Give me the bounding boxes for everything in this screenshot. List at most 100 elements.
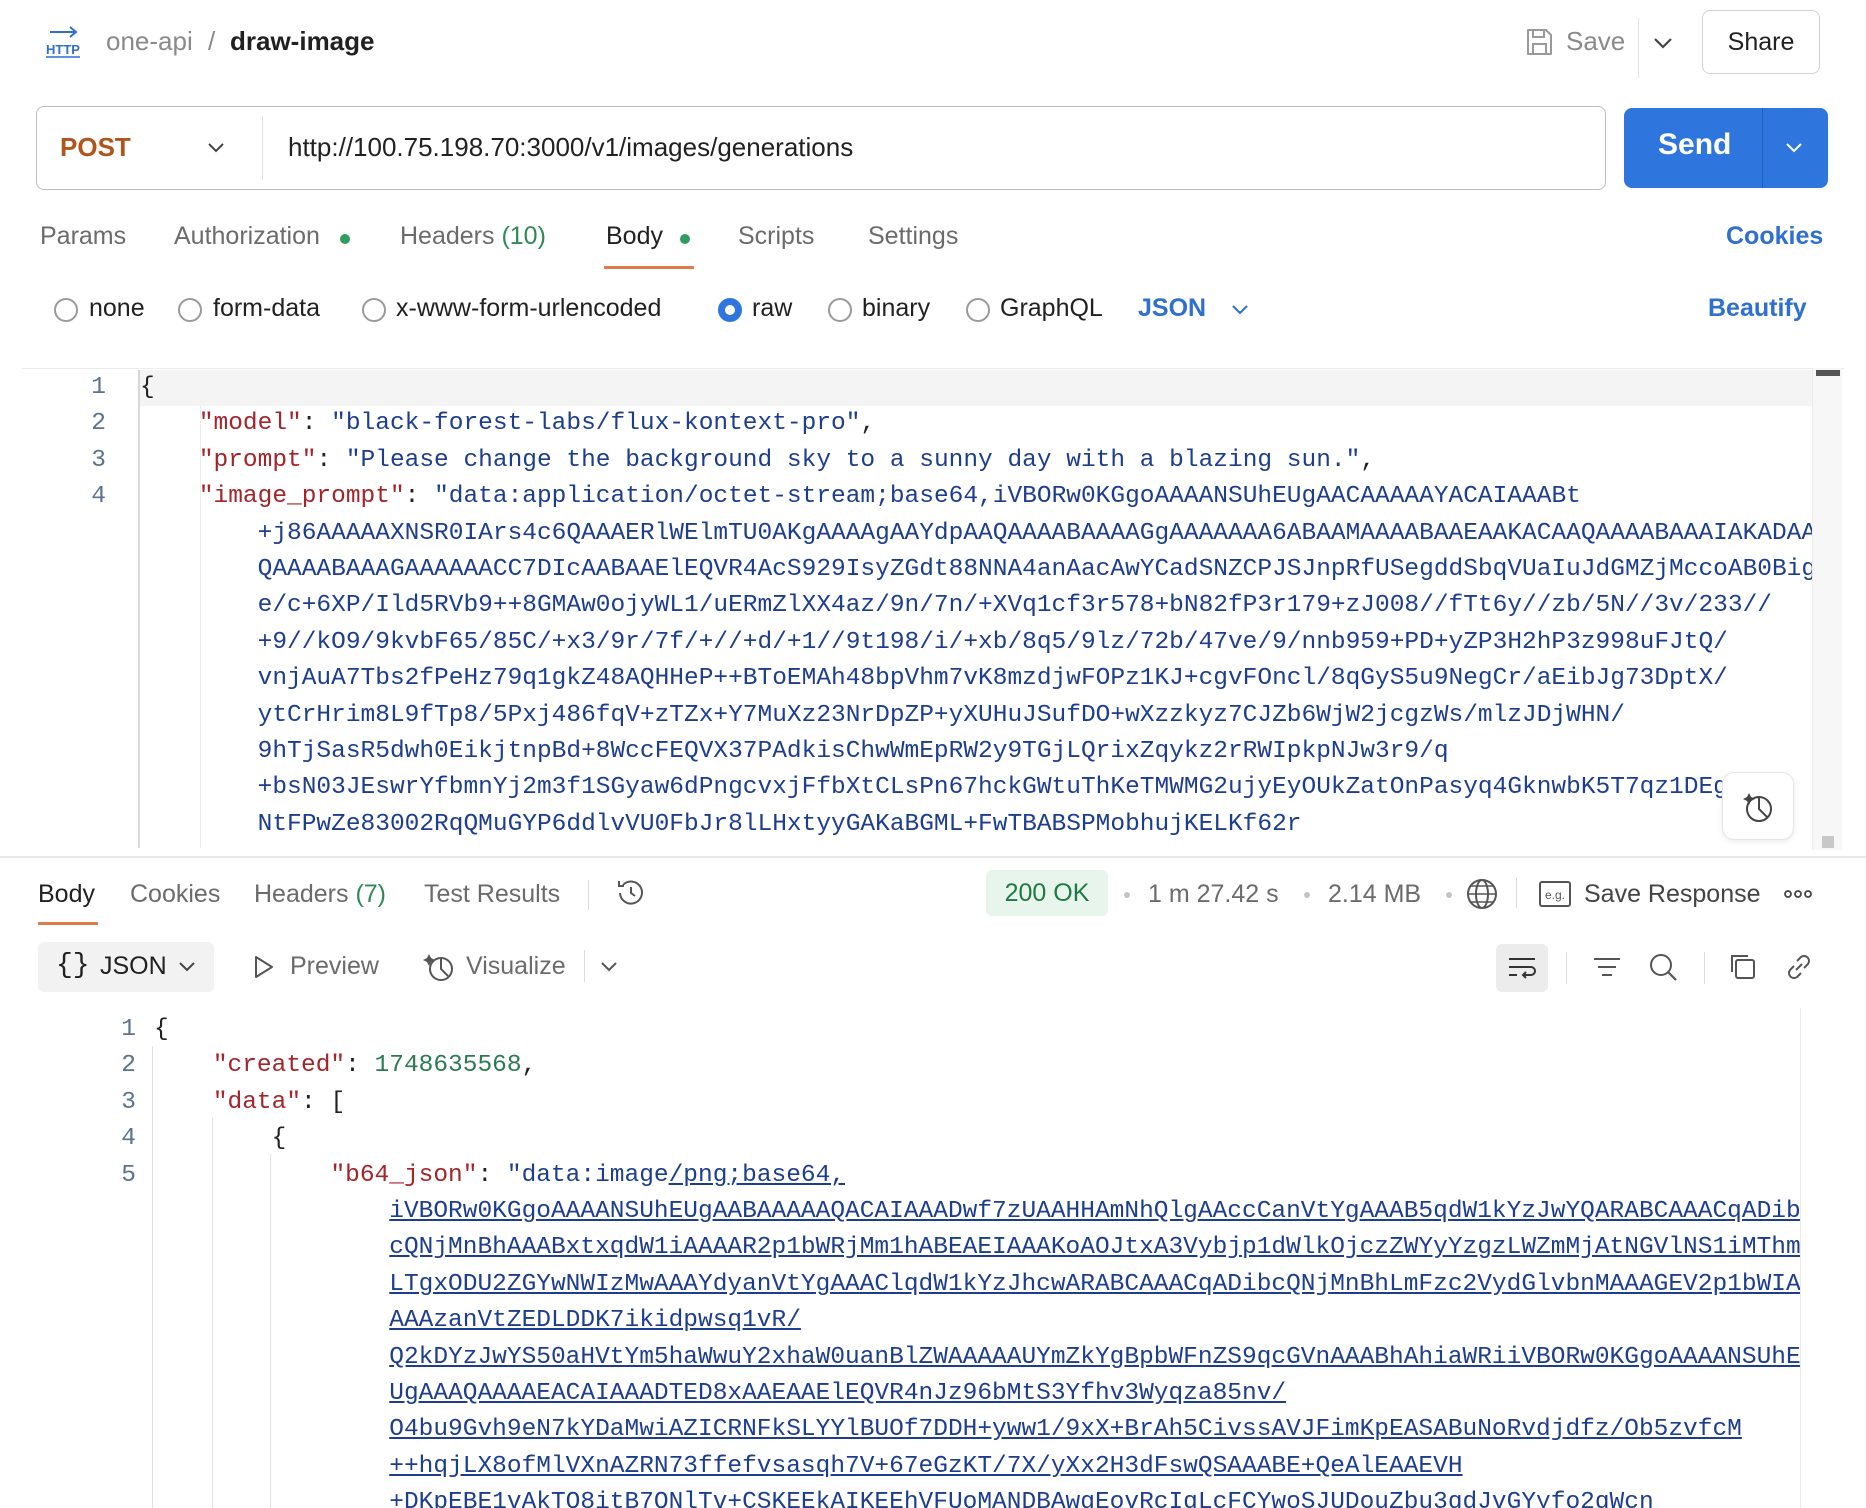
response-size[interactable]: 2.14 MB: [1328, 880, 1421, 909]
json-link[interactable]: /png;base64,: [669, 1162, 845, 1189]
scrollbar-corner: [1822, 836, 1834, 848]
save-button[interactable]: Save: [1566, 26, 1625, 57]
radio-graphql[interactable]: [966, 298, 990, 322]
pane-divider[interactable]: [0, 856, 1866, 858]
resp-tab-headers-count: (7): [355, 880, 387, 908]
radio-label-binary: binary: [862, 294, 931, 322]
json-link[interactable]: ++hqjLX8ofMlVXnAZRN73ffefvsasqh7V+67eGzK…: [389, 1453, 1462, 1480]
meta-separator-dot: [1446, 892, 1452, 898]
indent-guide: [152, 1046, 153, 1508]
method-select[interactable]: POST: [60, 132, 131, 163]
http-request-icon: HTTP: [46, 26, 80, 58]
code-wrap-line: e/c+6XP/Ild5RVb9++8GMAw0ojyWL1/uERmZlXX4…: [140, 588, 1816, 624]
code-line: "model": "black-forest-labs/flux-kontext…: [198, 410, 876, 438]
request-editor-scrollbar[interactable]: [1812, 368, 1842, 850]
response-body-code[interactable]: { "created": 1748635568, "data": [ { "b6…: [154, 1012, 1801, 1508]
resp-tab-cookies[interactable]: Cookies: [130, 880, 220, 909]
radio-urlencoded[interactable]: [362, 298, 386, 322]
globe-icon[interactable]: [1464, 876, 1500, 912]
tab-settings[interactable]: Settings: [868, 222, 958, 251]
tab-headers[interactable]: Headers (10): [400, 222, 546, 251]
play-triangle-icon[interactable]: [250, 954, 276, 980]
radio-binary[interactable]: [828, 298, 852, 322]
request-line-numbers: 1 2 3 4: [66, 370, 106, 516]
radio-none[interactable]: [54, 298, 78, 322]
chevron-down-icon[interactable]: [176, 956, 198, 978]
breadcrumb-collection[interactable]: one-api: [106, 26, 193, 57]
json-link[interactable]: UgAAAQAAAAEACAIAAADTED8xAAEAAElEQVR4nJz9…: [389, 1380, 1286, 1407]
send-button[interactable]: Send: [1658, 128, 1731, 162]
json-key: "b64_json": [330, 1161, 478, 1189]
chevron-down-icon[interactable]: [1782, 136, 1806, 160]
code-line: {: [140, 374, 155, 401]
chevron-down-icon[interactable]: [1650, 30, 1676, 56]
share-button[interactable]: Share: [1702, 10, 1820, 74]
radio-form-data[interactable]: [178, 298, 202, 322]
code-line: "created": 1748635568,: [212, 1052, 537, 1080]
code-wrap-line: ++hqjLX8ofMlVXnAZRN73ffefvsasqh7V+67eGzK…: [154, 1449, 1801, 1485]
filter-icon[interactable]: [1590, 950, 1624, 984]
request-name[interactable]: draw-image: [230, 26, 375, 57]
body-indicator-dot: [680, 234, 690, 244]
line-number: 3: [121, 1088, 136, 1116]
json-string: 9hTjSasR5dwh0EikjtnpBd+8WccFEQVX37PAdkis…: [257, 738, 1449, 766]
status-badge[interactable]: 200 OK: [986, 870, 1108, 916]
radio-label-none: none: [89, 294, 145, 322]
toolbar-divider: [1566, 952, 1567, 984]
json-link[interactable]: AAAzanVtZEDLDDK7ikidpwsq1vR/: [389, 1307, 801, 1334]
visualize-float-button[interactable]: [1722, 772, 1794, 840]
response-time[interactable]: 1 m 27.42 s: [1148, 880, 1279, 909]
line-number: 4: [121, 1125, 136, 1153]
json-link[interactable]: LTgxODU2ZGYwNWIzMwAAAYdyanVtYgAAAClqdW1k…: [389, 1271, 1800, 1298]
json-link[interactable]: iVBORw0KGgoAAAANSUhEUgAABAAAAAQACAIAAADw…: [389, 1198, 1800, 1225]
resp-tab-headers[interactable]: Headers (7): [254, 880, 386, 909]
svg-text:e.g.: e.g.: [1545, 888, 1565, 902]
body-language-select[interactable]: JSON: [1138, 294, 1206, 323]
resp-tab-test-results[interactable]: Test Results: [424, 880, 560, 909]
json-string: vnjAuA7Tbs2fPeHz79q1gkZ48AQHHeP++BToEMAh…: [257, 665, 1728, 693]
json-string: "data:application/octet-stream;base64,iV…: [434, 483, 1581, 511]
history-clock-icon[interactable]: [614, 876, 648, 910]
meta-divider: [1516, 878, 1517, 908]
beautify-button[interactable]: Beautify: [1708, 294, 1807, 323]
chevron-down-icon[interactable]: [204, 136, 228, 160]
resp-tab-body[interactable]: Body: [38, 880, 95, 909]
resp-active-tab-underline: [38, 922, 98, 925]
chevron-down-icon[interactable]: [1228, 298, 1252, 322]
json-link[interactable]: cQNjMnBhAAABxtxqdW1iAAAAR2p1bWRjMm1hABEA…: [389, 1234, 1800, 1261]
json-link[interactable]: O4bu9Gvh9eN7kYDaMwiAZICRNFkSLYYlBUOf7DDH…: [389, 1416, 1742, 1443]
radio-raw[interactable]: [718, 298, 742, 322]
tab-body[interactable]: Body: [606, 222, 663, 251]
wrap-lines-icon: [1509, 958, 1536, 979]
json-string: NtFPwZe83002RqQMuGYP6ddlvVU0FbJr8lLHxtyy…: [257, 810, 1302, 838]
line-number: 2: [121, 1052, 136, 1080]
meta-separator-dot: [1124, 892, 1130, 898]
link-icon[interactable]: [1782, 950, 1816, 984]
save-response-button[interactable]: Save Response: [1584, 880, 1761, 909]
copy-icon[interactable]: [1726, 950, 1760, 984]
tab-params[interactable]: Params: [40, 222, 126, 251]
send-split-divider: [1762, 108, 1763, 188]
cookies-link[interactable]: Cookies: [1726, 222, 1823, 251]
request-body-code[interactable]: { "model": "black-forest-labs/flux-konte…: [140, 370, 1816, 843]
json-link[interactable]: +DKpEBE1vAkTQ8itB7QNlTv+CSKEEkAIKEEhVFUo…: [389, 1489, 1653, 1508]
tab-authorization[interactable]: Authorization: [174, 222, 320, 251]
save-divider: [1638, 18, 1639, 78]
tab-scripts[interactable]: Scripts: [738, 222, 814, 251]
ellipsis-icon[interactable]: [1782, 884, 1814, 904]
response-line-numbers: 1 2 3 4 5: [96, 1012, 136, 1194]
visualize-button[interactable]: Visualize: [466, 952, 566, 981]
url-input[interactable]: http://100.75.198.70:3000/v1/images/gene…: [288, 132, 853, 163]
line-number: 5: [121, 1161, 136, 1189]
floppy-disk-icon[interactable]: [1524, 26, 1554, 58]
preview-button[interactable]: Preview: [290, 952, 379, 981]
scrollbar-thumb[interactable]: [1816, 370, 1840, 376]
chevron-down-icon[interactable]: [598, 956, 620, 978]
code-wrap-line: LTgxODU2ZGYwNWIzMwAAAYdyanVtYgAAAClqdW1k…: [154, 1267, 1800, 1303]
breadcrumb-separator: /: [208, 26, 216, 56]
response-editor-scrollbar[interactable]: [1800, 1008, 1830, 1508]
search-icon[interactable]: [1646, 950, 1680, 984]
json-string: QAAAABAAAGAAAAAACC7DIcAABAAElEQVR4AcS929…: [257, 556, 1817, 584]
json-link[interactable]: Q2kDYzJwYS50aHVtYm5haWwuY2xhaW0uanBlZWAA…: [389, 1344, 1800, 1371]
visualize-sparkle-icon[interactable]: [422, 950, 456, 984]
